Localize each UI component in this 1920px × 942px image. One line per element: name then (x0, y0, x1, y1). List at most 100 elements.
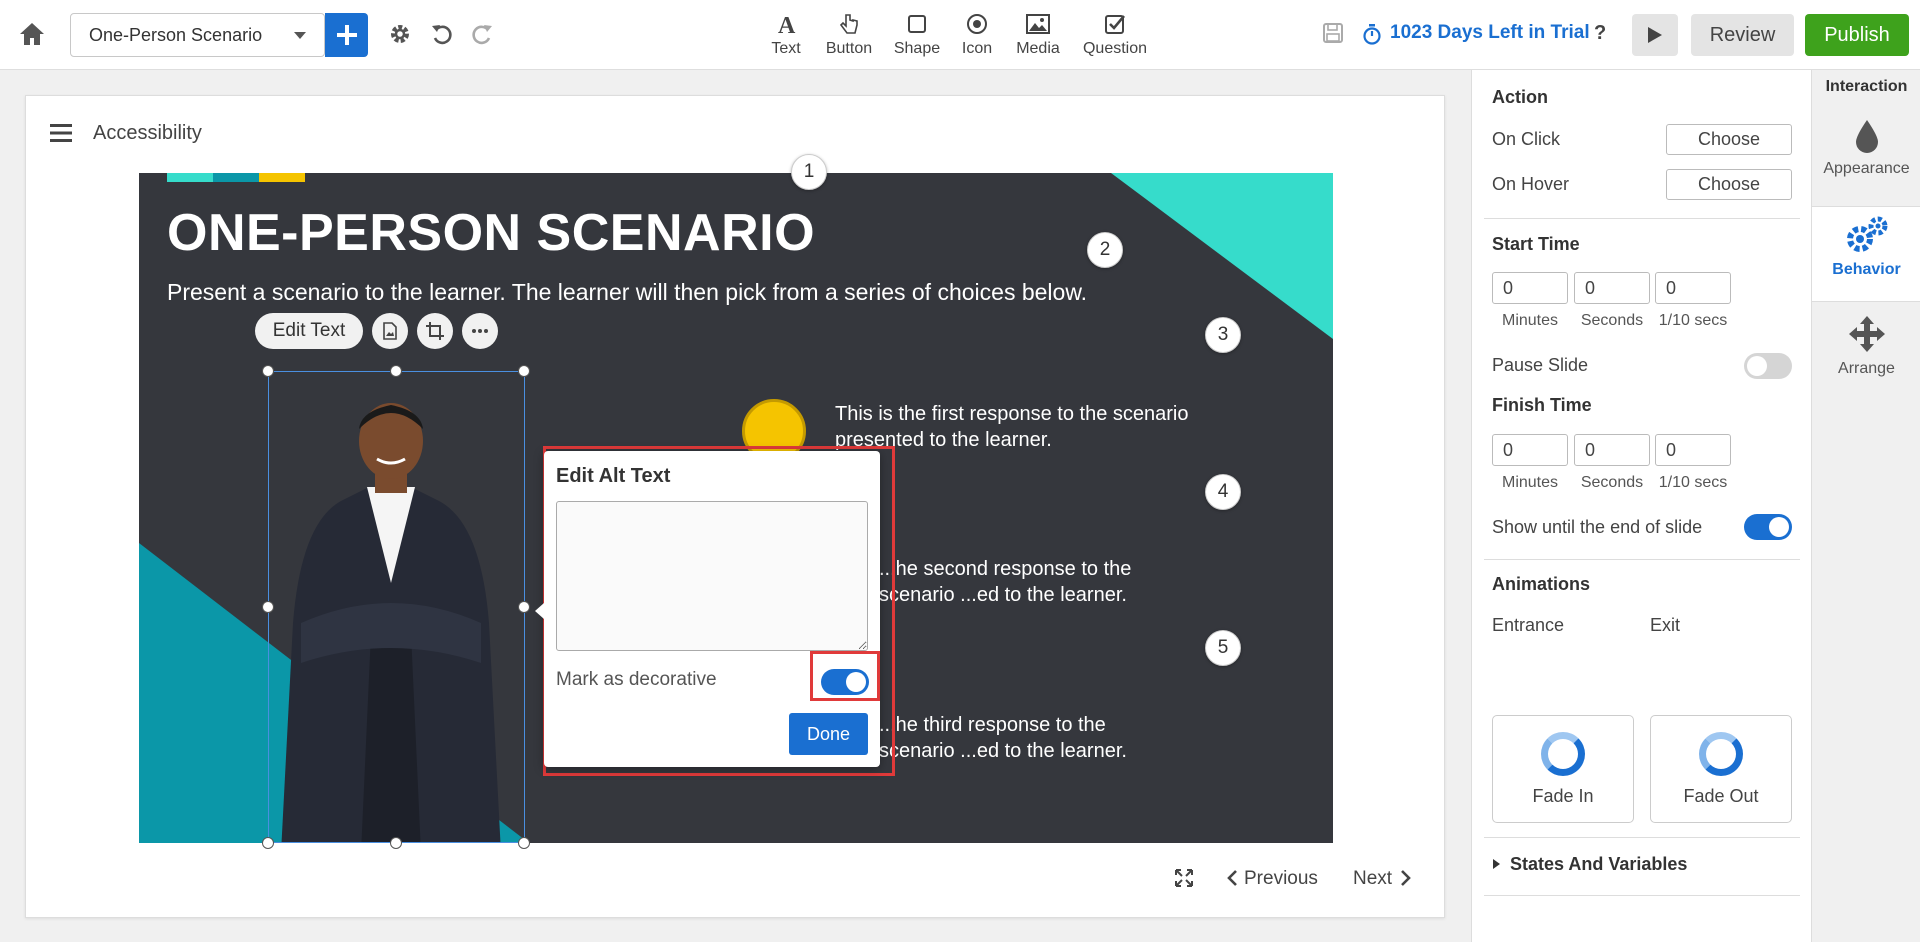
insert-text-tool[interactable]: A Text (766, 10, 806, 66)
tab-order-badge[interactable]: 2 (1087, 232, 1123, 268)
tab-order-badge[interactable]: 4 (1205, 474, 1241, 510)
redo-icon[interactable] (470, 22, 496, 48)
interaction-tab-header: Interaction (1825, 78, 1908, 95)
replace-image-button[interactable] (372, 313, 408, 349)
scenario-select[interactable]: One-Person Scenario (70, 13, 325, 57)
response-text-2[interactable]: ...he second response to the scenario ..… (879, 556, 1139, 608)
exit-label: Exit (1650, 615, 1681, 635)
resize-handle[interactable] (262, 601, 274, 613)
resize-handle[interactable] (390, 837, 402, 849)
resize-handle[interactable] (518, 837, 530, 849)
edit-alt-text-popup: Edit Alt Text Mark as decorative Done (535, 451, 880, 767)
resize-handle[interactable] (518, 601, 530, 613)
hamburger-menu-icon[interactable] (50, 124, 72, 147)
exit-animation-card[interactable]: Fade Out (1650, 715, 1792, 823)
states-variables-toggle[interactable]: States And Variables (1492, 854, 1687, 875)
slide-heading[interactable]: ONE-PERSON SCENARIO (167, 203, 815, 263)
crop-icon (426, 322, 444, 340)
start-tenths-input[interactable]: 0 (1655, 272, 1731, 304)
done-button[interactable]: Done (789, 713, 868, 755)
entrance-animation-value: Fade In (1532, 786, 1594, 806)
finish-seconds-input[interactable]: 0 (1574, 434, 1650, 466)
insert-question-tool[interactable]: Question (1080, 10, 1150, 66)
resize-handle[interactable] (262, 365, 274, 377)
show-until-end-label: Show until the end of slide (1492, 517, 1703, 537)
save-icon[interactable] (1322, 22, 1348, 48)
action-section-title: Action (1492, 87, 1548, 107)
next-button[interactable]: Next (1353, 868, 1412, 890)
more-options-button[interactable] (462, 313, 498, 349)
droplet-icon (1855, 120, 1878, 153)
on-click-label: On Click (1492, 129, 1561, 149)
on-hover-choose-button[interactable]: Choose (1666, 169, 1792, 200)
start-seconds-input[interactable]: 0 (1574, 272, 1650, 304)
publish-button[interactable]: Publish (1805, 14, 1909, 56)
on-click-choose-button[interactable]: Choose (1666, 124, 1792, 155)
tenths-caption: 1/10 secs (1658, 312, 1728, 329)
response-text-1[interactable]: This is the first response to the scenar… (835, 401, 1235, 453)
toggle-knob (1769, 517, 1789, 537)
tab-order-badge[interactable]: 3 (1205, 317, 1241, 353)
tab-order-badge[interactable]: 5 (1205, 630, 1241, 666)
review-button[interactable]: Review (1691, 14, 1794, 56)
seconds-caption: Seconds (1580, 474, 1644, 491)
top-toolbar: One-Person Scenario A Text Button Shape … (0, 0, 1920, 70)
response-text-3[interactable]: ...he third response to the scenario ...… (879, 712, 1139, 764)
resize-handle[interactable] (518, 365, 530, 377)
tab-label: Appearance (1823, 160, 1910, 177)
start-minutes-input[interactable]: 0 (1492, 272, 1568, 304)
insert-shape-tool[interactable]: Shape (893, 10, 941, 66)
popup-arrow (535, 603, 544, 619)
divider (1484, 218, 1800, 219)
tab-arrange[interactable]: Arrange (1812, 306, 1920, 402)
tab-label: Behavior (1832, 261, 1901, 278)
insert-tool-label: Button (825, 40, 873, 57)
slide-subtitle[interactable]: Present a scenario to the learner. The l… (167, 279, 1087, 306)
home-icon[interactable] (18, 21, 48, 49)
finish-minutes-input[interactable]: 0 (1492, 434, 1568, 466)
svg-text:A: A (778, 13, 796, 36)
insert-button-tool[interactable]: Button (820, 10, 878, 66)
help-button[interactable]: ? (1594, 22, 1606, 45)
exit-animation-value: Fade Out (1683, 786, 1759, 806)
trial-text: 1023 Days Left in Trial (1390, 22, 1590, 43)
chevron-down-icon (294, 32, 306, 39)
finish-time-title: Finish Time (1492, 395, 1592, 415)
fullscreen-icon[interactable] (1175, 869, 1193, 892)
insert-icon-tool[interactable]: Icon (958, 10, 996, 66)
caret-right-icon (1493, 859, 1500, 869)
start-time-title: Start Time (1492, 234, 1580, 254)
next-label: Next (1353, 868, 1393, 889)
decor-bar-teal (167, 173, 213, 182)
stopwatch-icon (1363, 24, 1381, 45)
tenths-caption: 1/10 secs (1658, 474, 1728, 491)
insert-tool-label: Text (771, 40, 801, 57)
scenario-select-value: One-Person Scenario (89, 25, 263, 45)
edit-text-button[interactable]: Edit Text (255, 313, 363, 349)
gear-icon[interactable] (388, 22, 414, 48)
undo-icon[interactable] (430, 22, 456, 48)
tab-behavior[interactable]: Behavior (1812, 206, 1920, 302)
crop-button[interactable] (417, 313, 453, 349)
pause-slide-toggle[interactable] (1744, 353, 1792, 379)
insert-media-tool[interactable]: Media (1012, 10, 1064, 66)
previous-button[interactable]: Previous (1226, 868, 1318, 890)
entrance-animation-card[interactable]: Fade In (1492, 715, 1634, 823)
image-selection-box (268, 371, 525, 843)
alt-text-input[interactable] (556, 501, 868, 651)
tab-appearance[interactable]: Appearance (1812, 110, 1920, 206)
show-until-end-toggle[interactable] (1744, 514, 1792, 540)
chevron-right-icon (1401, 870, 1411, 886)
chevron-left-icon (1227, 870, 1237, 886)
decor-bar-yellow (259, 173, 305, 182)
trial-indicator[interactable]: 1023 Days Left in Trial (1362, 22, 1590, 45)
resize-handle[interactable] (390, 365, 402, 377)
tab-order-badge[interactable]: 1 (791, 154, 827, 190)
insert-tool-label: Media (1016, 40, 1060, 57)
resize-handle[interactable] (262, 837, 274, 849)
preview-play-button[interactable] (1632, 14, 1678, 56)
states-variables-label: States And Variables (1510, 854, 1688, 874)
fade-out-icon (1699, 732, 1743, 776)
add-slide-button[interactable] (325, 13, 368, 57)
finish-tenths-input[interactable]: 0 (1655, 434, 1731, 466)
